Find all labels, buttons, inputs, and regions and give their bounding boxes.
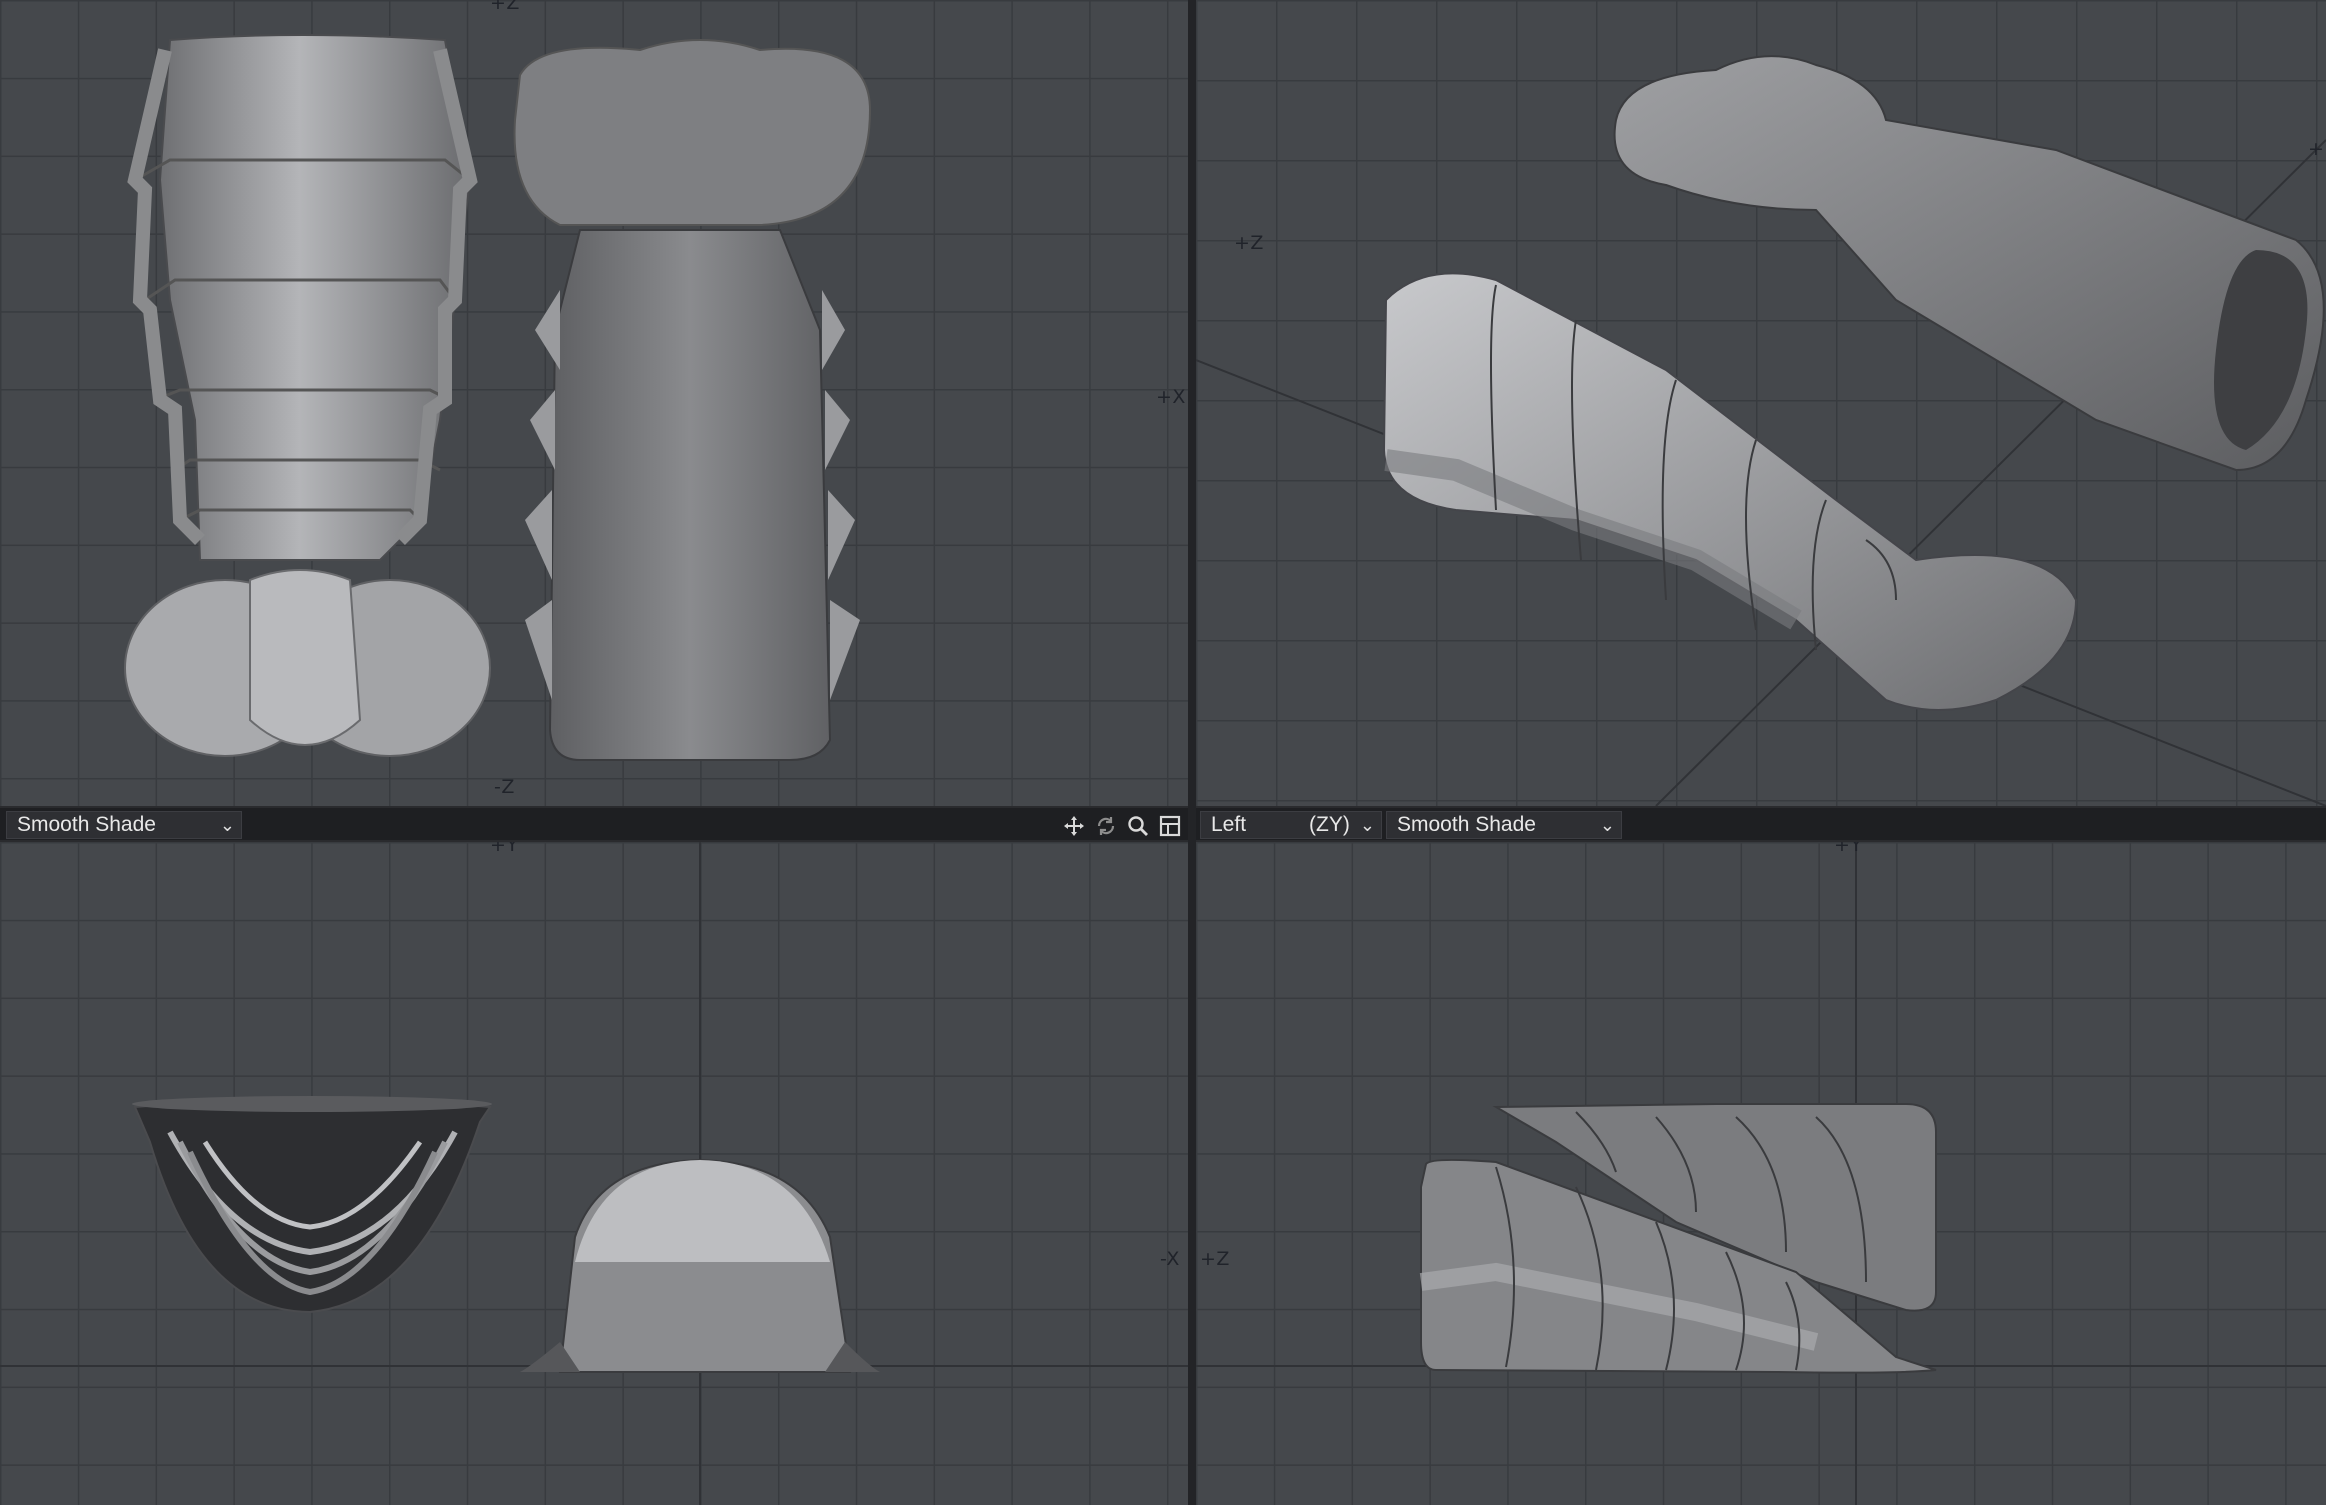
zoom-icon[interactable] (1124, 812, 1152, 840)
tail-ventral (513, 39, 872, 761)
shade-mode-value: Smooth Shade (17, 813, 156, 836)
maximize-icon[interactable] (1156, 812, 1184, 840)
model-front-view (0, 842, 1188, 1505)
tail-front-left (132, 1096, 492, 1314)
tail-perspective-upper (1613, 55, 2325, 472)
move-icon[interactable] (1060, 812, 1088, 840)
model-perspective-view (1196, 55, 2326, 806)
axis-label-left: +Z (1200, 1248, 1230, 1270)
axis-label-top: +Y (1834, 842, 1863, 856)
shade-mode-value: Smooth Shade (1397, 813, 1536, 836)
axis-label-bottom: -Z (494, 776, 515, 798)
chevron-down-icon: ⌄ (1599, 815, 1615, 835)
viewport-divider[interactable] (1188, 0, 1196, 1505)
axis-label-right: -X (1160, 1248, 1180, 1270)
tail-dorsal (124, 34, 491, 757)
model-side-view (1196, 842, 2326, 1505)
view-value: Left (1211, 813, 1247, 836)
viewport-perspective[interactable]: +Z + (1196, 0, 2326, 806)
axis-label-top: +Z (490, 0, 520, 14)
viewport-left[interactable]: +Y +Z (1196, 842, 2326, 1505)
chevron-down-icon: ⌄ (1359, 815, 1375, 835)
rotate-icon[interactable] (1092, 812, 1120, 840)
axis-label-left: +Z (1234, 232, 1264, 254)
axis-label-top: +Y (490, 842, 519, 856)
viewport-header-bottom-right: Left (ZY) ⌄ Smooth Shade ⌄ (1196, 806, 2326, 842)
shade-mode-dropdown[interactable]: Smooth Shade ⌄ (1386, 811, 1622, 839)
viewport-front[interactable]: +Y -X (0, 842, 1188, 1505)
tail-front-right (520, 1158, 880, 1373)
axis-label-right: +X (1156, 386, 1186, 408)
view-dropdown[interactable]: Left (ZY) ⌄ (1200, 811, 1382, 839)
shade-mode-dropdown[interactable]: Smooth Shade ⌄ (6, 811, 242, 839)
viewport-top[interactable]: +Z +X -Z (0, 0, 1188, 806)
axis-label-right: + (2308, 138, 2325, 160)
chevron-down-icon: ⌄ (219, 815, 235, 835)
model-top-view (124, 34, 872, 761)
viewport-header-bottom-left: Smooth Shade ⌄ (0, 806, 1188, 842)
view-axes-value: (ZY) (1309, 813, 1350, 836)
